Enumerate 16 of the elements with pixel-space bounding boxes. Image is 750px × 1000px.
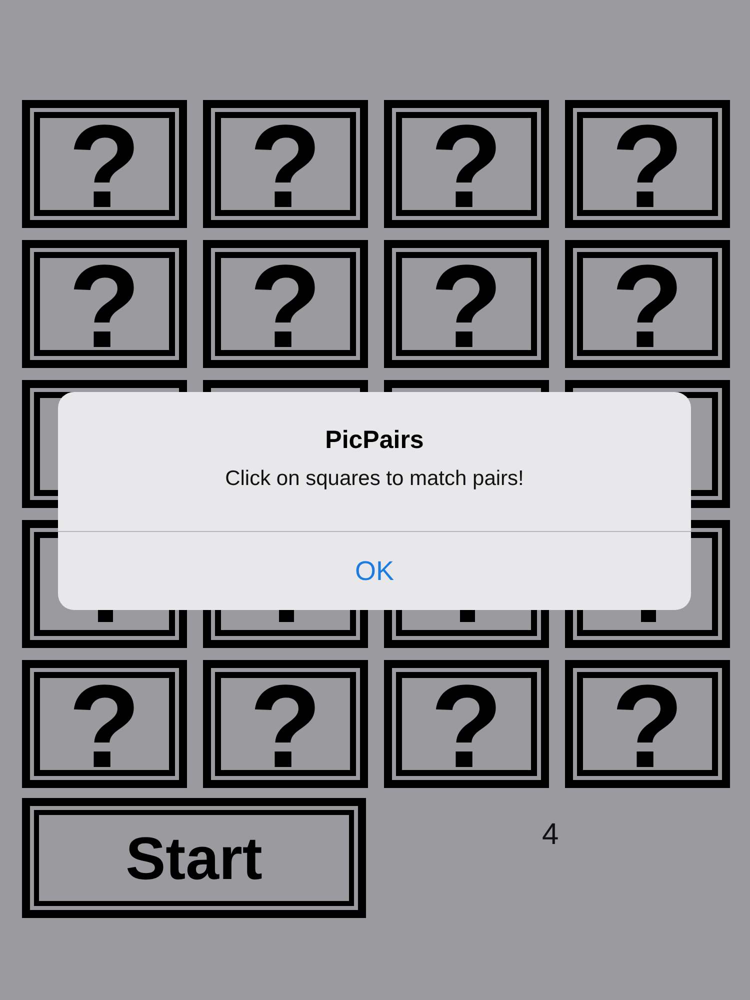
card-tile[interactable]: ? (203, 100, 368, 228)
score-count: 4 (542, 818, 559, 851)
card-tile[interactable]: ? (203, 660, 368, 788)
card-tile[interactable]: ? (565, 100, 730, 228)
card-tile[interactable]: ? (203, 240, 368, 368)
card-tile[interactable]: ? (22, 100, 187, 228)
card-tile[interactable]: ? (22, 240, 187, 368)
alert-title: PicPairs (324, 426, 425, 455)
card-tile[interactable]: ? (22, 660, 187, 788)
card-tile[interactable]: ? (565, 240, 730, 368)
card-tile[interactable]: ? (384, 660, 549, 788)
card-tile[interactable]: ? (384, 240, 549, 368)
card-tile[interactable]: ? (565, 660, 730, 788)
alert-message: Click on squares to match pairs! (224, 467, 525, 491)
card-tile[interactable]: ? (384, 100, 549, 228)
start-button[interactable]: Start (22, 798, 366, 918)
